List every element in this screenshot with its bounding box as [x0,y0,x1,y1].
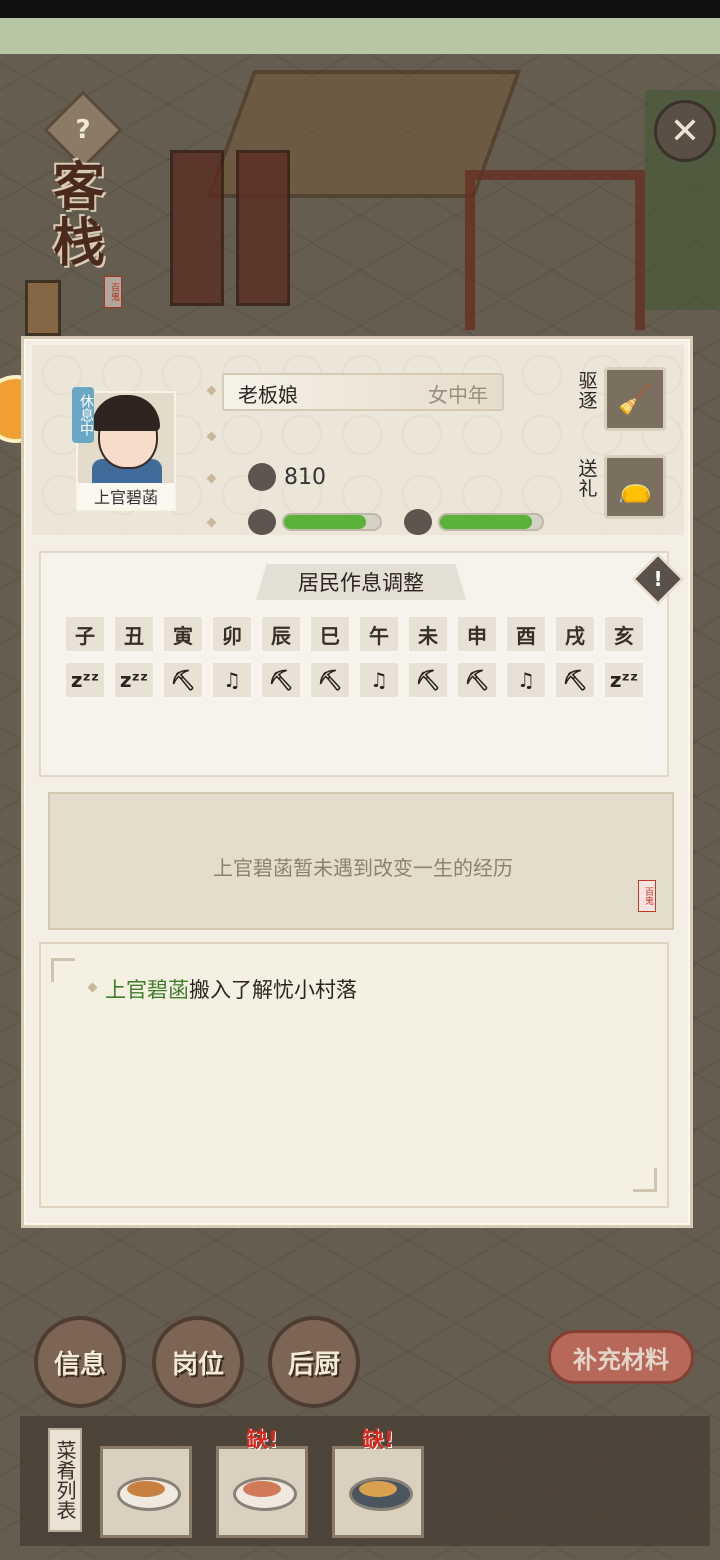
health-bar-fill [284,515,366,529]
bullet-diamond [206,473,217,484]
bullet-diamond [206,517,217,528]
occupation-label: 老板娘 [238,383,298,407]
resident-profile: 上官碧菡 休息中 老板娘 女中年 810 驱逐 🧹 送礼 👝 [32,345,684,535]
broom-icon: 🧹 [617,382,653,416]
hour-cell: 申 [456,615,498,653]
log-entry: 上官碧菡搬入了解忧小村落 [105,974,357,1004]
avatar-hair [92,395,160,431]
sleep-icon[interactable]: zᶻᶻ [64,661,106,699]
fish-dish-icon [127,1481,165,1497]
post-button[interactable]: 岗位 [152,1316,244,1408]
pickaxe-icon[interactable]: ⛏ [162,661,204,699]
hour-cell: 卯 [211,615,253,653]
hour-cell: 寅 [162,615,204,653]
occupation-bar: 老板娘 女中年 [222,373,504,411]
sleep-icon[interactable]: zᶻᶻ [603,661,645,699]
hour-cell: 丑 [113,615,155,653]
hour-cell: 巳 [309,615,351,653]
life-event-text: 上官碧菡暂未遇到改变一生的经历 [213,856,513,880]
mood-bar [438,513,544,531]
status-badge: 休息中 [72,387,94,443]
music-person-icon[interactable]: ♫ [211,661,253,699]
pickaxe-icon[interactable]: ⛏ [456,661,498,699]
schedule-title: 居民作息调整 [256,564,466,600]
health-bar [282,513,382,531]
inn-title: 客栈 [52,158,105,274]
bullet-diamond [206,385,217,396]
expel-label: 驱逐 [578,370,598,412]
refill-materials-button[interactable]: 补充材料 [548,1330,694,1384]
bullet-diamond [206,431,217,442]
expel-button[interactable]: 🧹 [604,367,666,431]
bullet-diamond [87,982,98,993]
hour-cell: 戌 [554,615,596,653]
pickaxe-icon[interactable]: ⛏ [407,661,449,699]
top-strip [0,18,720,57]
resident-panel: 上官碧菡 休息中 老板娘 女中年 810 驱逐 🧹 送礼 👝 居民作息调整 ! … [21,336,693,1228]
category-label: 女中年 [428,383,488,407]
warning-icon: ! [653,567,663,591]
heart-icon [248,509,276,535]
resident-name: 上官碧菡 [78,483,174,509]
sleep-icon[interactable]: zᶻᶻ [113,661,155,699]
hour-cell: 午 [358,615,400,653]
gift-bag-icon: 👝 [617,470,653,504]
coin-icon [248,463,276,491]
close-button[interactable]: ✕ [654,100,716,162]
hour-cell: 亥 [603,615,645,653]
hour-cell: 子 [64,615,106,653]
frame-corner [51,958,75,982]
dish-slot[interactable] [100,1446,192,1538]
dish-slot[interactable] [332,1446,424,1538]
music-person-icon[interactable]: ♫ [505,661,547,699]
gift-label: 送礼 [578,458,598,500]
missing-badge: 缺! [246,1428,279,1453]
mood-bar-fill [440,515,532,529]
kitchen-button[interactable]: 后厨 [268,1316,360,1408]
hour-cell: 辰 [260,615,302,653]
log-entry-name[interactable]: 上官碧菡 [105,978,189,1002]
info-button[interactable]: 信息 [34,1316,126,1408]
activity-log: 上官碧菡搬入了解忧小村落 [39,942,669,1208]
seal-stamp: 百鬼 [638,880,656,912]
frame-corner [633,1168,657,1192]
hour-cell: 酉 [505,615,547,653]
dish-slot[interactable] [216,1446,308,1538]
pickaxe-icon[interactable]: ⛏ [260,661,302,699]
seal-stamp: 百鬼 [104,276,122,308]
log-entry-text: 搬入了解忧小村落 [189,978,357,1002]
system-status-bar [0,0,720,18]
pickaxe-icon[interactable]: ⛏ [554,661,596,699]
egg-dish-icon [359,1481,397,1497]
missing-badge: 缺! [362,1428,395,1453]
leaf-icon [404,509,432,535]
question-icon: ? [75,115,91,145]
hour-cell: 未 [407,615,449,653]
pickaxe-icon[interactable]: ⛏ [309,661,351,699]
music-person-icon[interactable]: ♫ [358,661,400,699]
coin-value: 810 [284,465,326,490]
gift-button[interactable]: 👝 [604,455,666,519]
life-event-box: 上官碧菡暂未遇到改变一生的经历 百鬼 [48,792,674,930]
meat-dish-icon [243,1481,281,1497]
dish-list-label[interactable]: 菜肴列表 [48,1428,82,1532]
